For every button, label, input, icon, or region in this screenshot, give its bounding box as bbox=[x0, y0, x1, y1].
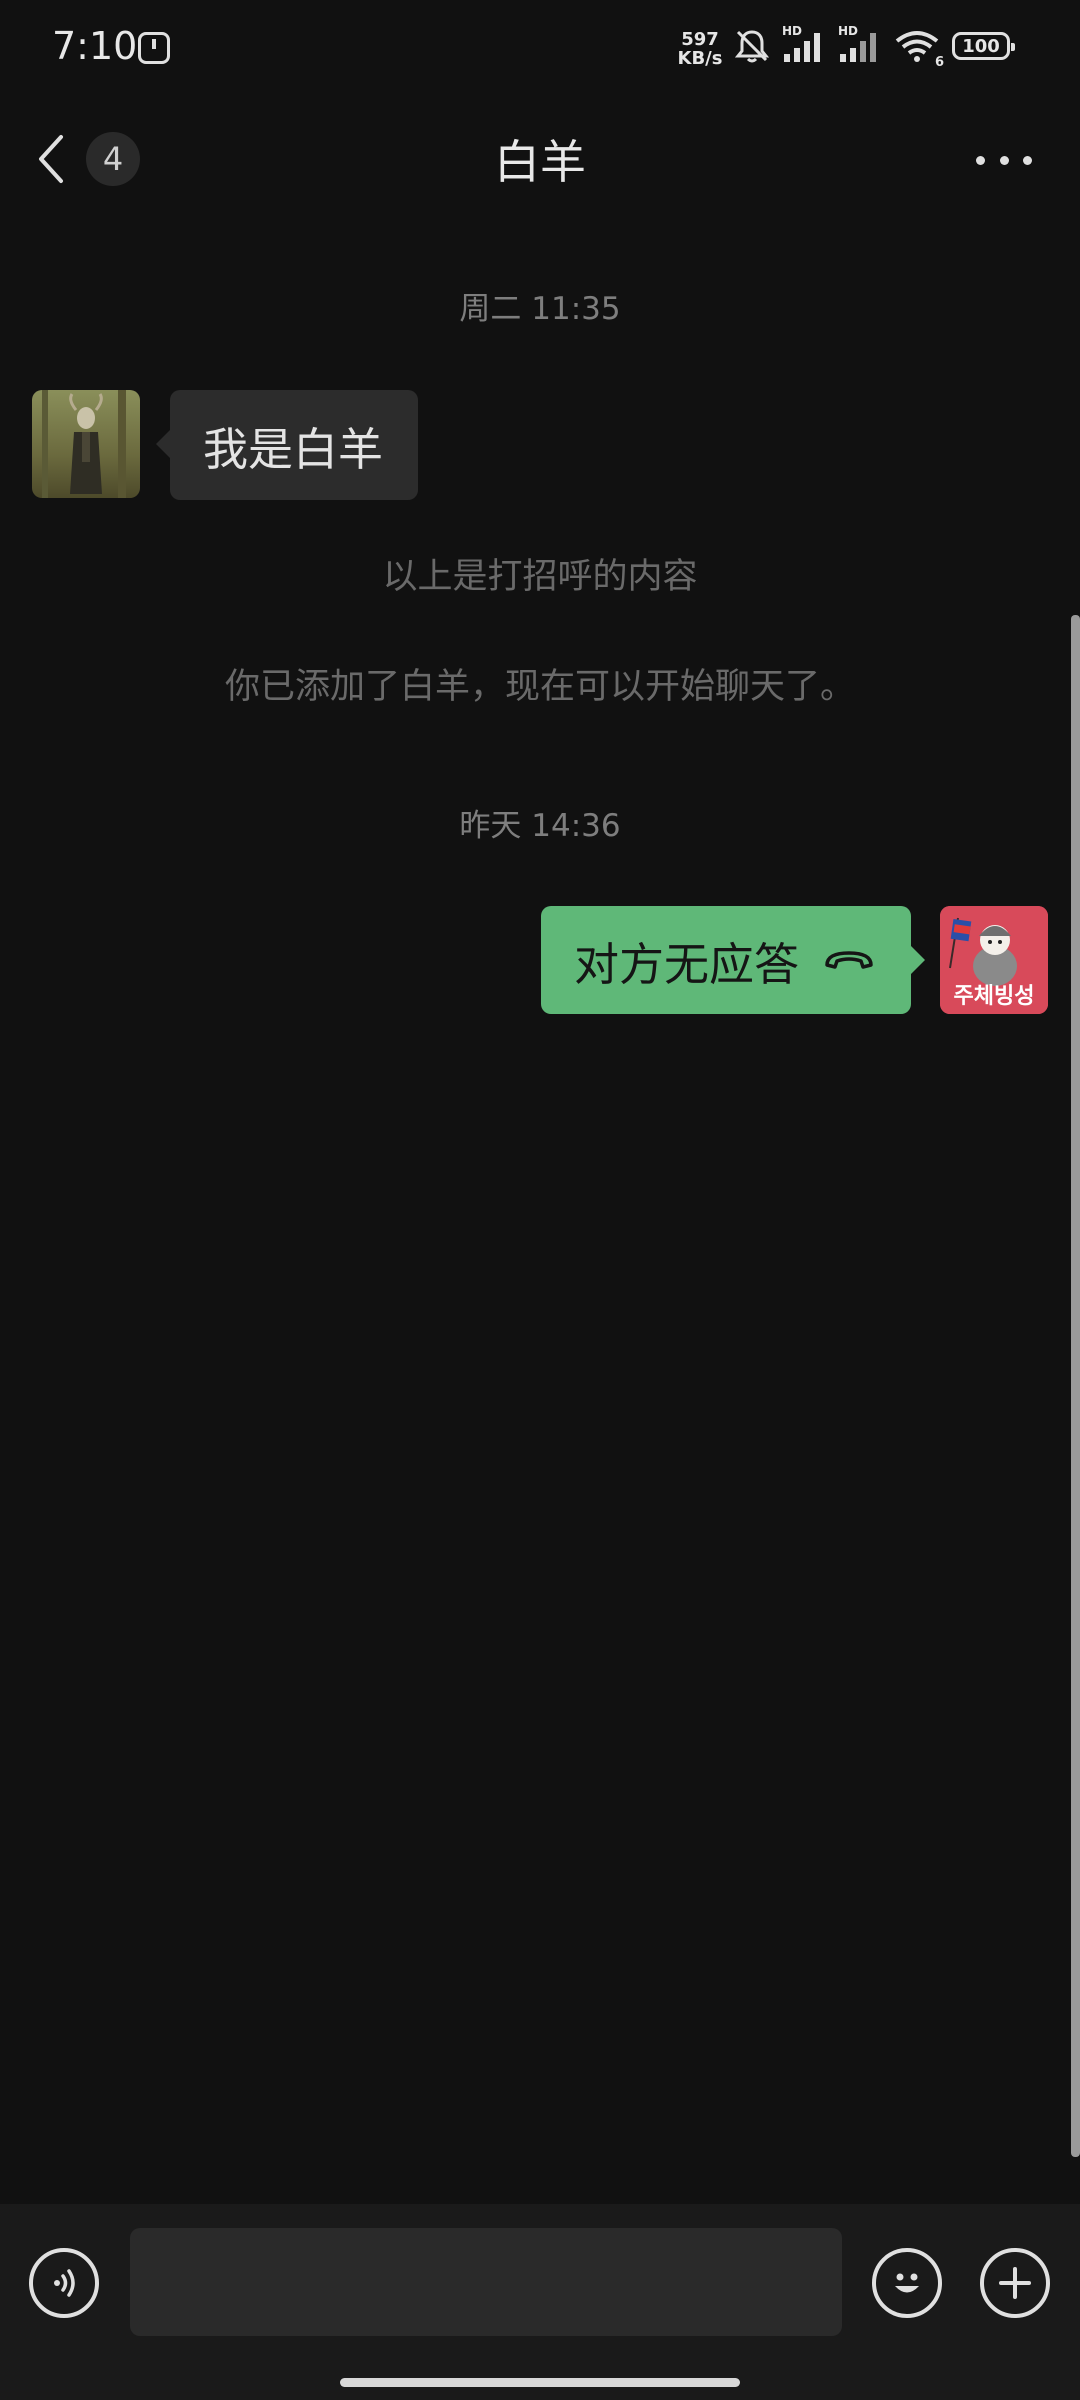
status-bar: 7:10 597 KB/s HD HD 6 100 bbox=[0, 0, 1080, 100]
status-icons: HD HD 6 100 bbox=[734, 24, 1015, 70]
status-time: 7:10 bbox=[52, 24, 138, 68]
wifi-icon bbox=[895, 31, 939, 62]
chat-screen: 7:10 597 KB/s HD HD 6 100 白羊 4 周二 11:35 … bbox=[0, 0, 1080, 2400]
sent-call-bubble[interactable]: 对方无应答 bbox=[541, 906, 925, 1014]
message-input[interactable] bbox=[130, 2228, 842, 2336]
friend-added-notice: 你已添加了白羊，现在可以开始聊天了。 bbox=[224, 667, 855, 707]
back-button[interactable]: 4 bbox=[36, 130, 146, 188]
chat-header: 白羊 4 bbox=[0, 112, 1080, 202]
signal-1: HD bbox=[782, 24, 826, 64]
network-speed-value: 597 bbox=[681, 29, 719, 50]
received-message-text: 我是白羊 bbox=[203, 422, 384, 476]
signal-bars-icon bbox=[840, 33, 876, 62]
wifi: 6 bbox=[894, 28, 944, 70]
chat-title: 白羊 bbox=[494, 135, 586, 189]
more-dot bbox=[999, 155, 1009, 165]
plus-button[interactable] bbox=[980, 2248, 1050, 2318]
emoji-icon bbox=[895, 2273, 919, 2293]
scrollbar[interactable] bbox=[1071, 615, 1080, 2157]
avatar-caption: 주체빙성 bbox=[953, 984, 1035, 1009]
greeting-notice: 以上是打招呼的内容 bbox=[382, 557, 698, 597]
emoji-button[interactable] bbox=[872, 2248, 942, 2318]
network-speed: 597 KB/s bbox=[672, 30, 728, 68]
chevron-left-icon bbox=[39, 135, 63, 183]
battery-icon: 100 bbox=[952, 32, 1015, 60]
avatar-image bbox=[32, 390, 140, 498]
more-options-button[interactable] bbox=[976, 140, 1032, 180]
signal-2: HD bbox=[838, 24, 882, 64]
home-indicator[interactable] bbox=[340, 2378, 740, 2387]
message-timestamp: 周二 11:35 bbox=[459, 291, 621, 327]
wifi-6-label: 6 bbox=[934, 55, 944, 70]
message-timestamp: 昨天 14:36 bbox=[459, 808, 621, 844]
clock-icon bbox=[138, 32, 170, 64]
network-speed-unit: KB/s bbox=[677, 48, 723, 69]
signal-bars-icon bbox=[784, 33, 820, 62]
battery-level: 100 bbox=[962, 35, 1000, 57]
more-dot bbox=[1023, 155, 1032, 165]
more-dot bbox=[976, 155, 985, 165]
input-bar bbox=[0, 2204, 1080, 2400]
received-message-bubble[interactable]: 我是白羊 bbox=[156, 390, 418, 500]
voice-button[interactable] bbox=[29, 2248, 99, 2318]
contact-avatar[interactable] bbox=[32, 390, 140, 498]
my-avatar[interactable]: 주체빙성 bbox=[940, 906, 1048, 1014]
sent-message-text: 对方无应答 bbox=[574, 937, 800, 991]
voice-icon bbox=[54, 2269, 75, 2297]
plus-icon bbox=[999, 2267, 1031, 2299]
phone-hangup-icon bbox=[825, 951, 873, 969]
unread-count-badge: 4 bbox=[86, 132, 140, 186]
bell-muted-icon bbox=[734, 30, 770, 63]
